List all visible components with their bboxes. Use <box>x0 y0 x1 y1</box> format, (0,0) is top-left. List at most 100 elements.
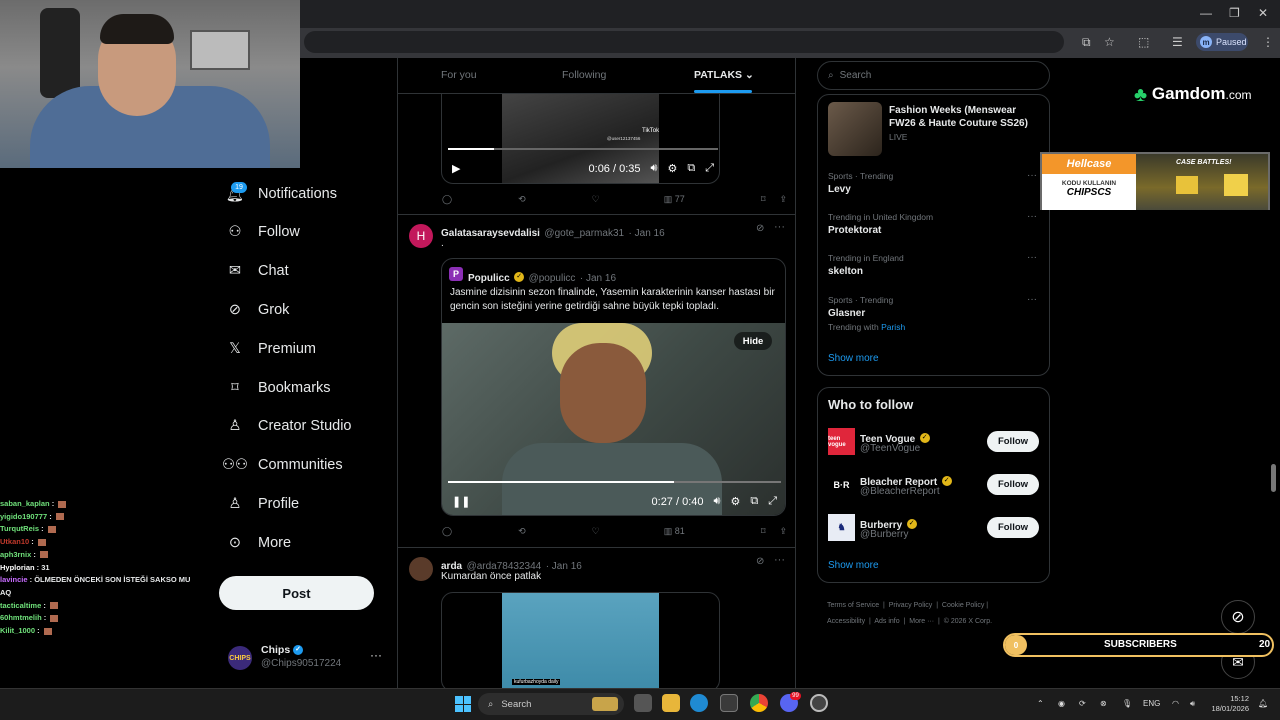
post2-date[interactable]: · Jan 16 <box>629 228 665 239</box>
bookmark-icon[interactable]: ⌑ <box>761 526 766 537</box>
post3-date[interactable]: · Jan 16 <box>546 561 582 572</box>
task-view-icon[interactable] <box>634 694 652 712</box>
bookmark-icon[interactable]: ⌑ <box>761 194 766 205</box>
fullscreen-icon[interactable]: ⤢ <box>768 495 777 508</box>
hide-button[interactable]: Hide <box>734 332 772 350</box>
post3-avatar[interactable] <box>409 557 433 581</box>
follow-button[interactable]: Follow <box>987 474 1039 495</box>
tray-mic-icon[interactable]: 🎙︎ <box>1122 699 1132 708</box>
trend-extra-link[interactable]: Parish <box>881 322 905 332</box>
pause-icon[interactable]: ❚❚ <box>452 495 470 508</box>
post3-more-icon[interactable]: ··· <box>774 554 785 566</box>
bookmark-star-icon[interactable]: ☆ <box>1104 35 1115 49</box>
grok-icon[interactable]: ⊘ <box>756 223 764 234</box>
nav-item-more[interactable]: ⊙ More <box>226 529 291 557</box>
post3-video[interactable]: kufurbazhoyda daily <box>441 592 720 688</box>
post2-handle[interactable]: @gote_parmak31 <box>544 228 624 239</box>
share-icon[interactable]: ⇪ <box>779 526 787 537</box>
reply-icon[interactable]: ◯ <box>442 526 452 537</box>
menu-dots-icon[interactable]: ⋮ <box>1262 35 1274 49</box>
trend-title[interactable]: Protektorat <box>828 225 881 236</box>
post2-name[interactable]: Galatasaraysevdalisi <box>441 228 540 239</box>
tab-patlaks[interactable]: PATLAKS ⌄ <box>694 69 754 81</box>
file-explorer-icon[interactable] <box>662 694 680 712</box>
close-icon[interactable]: ✕ <box>1258 6 1268 20</box>
nav-item-grok[interactable]: ⊘ Grok <box>226 296 290 324</box>
play-icon[interactable]: ▶ <box>452 162 460 175</box>
nav-item-follow[interactable]: ⚇ Follow <box>226 218 300 246</box>
page-scrollbar[interactable] <box>1271 464 1276 492</box>
quote-progress-track[interactable] <box>448 481 781 483</box>
extensions-icon[interactable]: ⬚ <box>1138 35 1149 49</box>
tray-notifications-icon[interactable]: 🔔︎ <box>1258 699 1268 708</box>
footer-link[interactable]: Cookie Policy <box>942 602 984 609</box>
views-icon[interactable]: ▥ 81 <box>664 526 685 537</box>
repost-icon[interactable]: ⟲ <box>518 526 526 537</box>
trend-more-icon[interactable]: ··· <box>1027 170 1037 181</box>
post2-avatar[interactable]: H <box>409 224 433 248</box>
views-icon[interactable]: ▥ 77 <box>664 194 685 205</box>
settings-icon[interactable]: ⚙ <box>667 162 677 175</box>
trend-more-icon[interactable]: ··· <box>1027 252 1037 263</box>
nav-item-bookmarks[interactable]: ⌑ Bookmarks <box>226 374 330 402</box>
trend-title[interactable]: Levy <box>828 184 851 195</box>
pip-icon[interactable]: ⧉ <box>687 162 695 175</box>
restore-icon[interactable]: ❐ <box>1229 6 1240 20</box>
quote-video[interactable]: Hide ❚❚ 0:27 / 0:40 🔊︎ ⚙ ⧉ ⤢ <box>442 323 785 515</box>
grok-icon[interactable]: ⊘ <box>756 556 764 567</box>
trend-title[interactable]: Glasner <box>828 308 865 319</box>
repost-icon[interactable]: ⟲ <box>518 194 526 205</box>
nav-item-communities[interactable]: ⚇⚇ Communities <box>222 451 343 479</box>
tray-wifi-icon[interactable]: ◠ <box>1172 699 1179 708</box>
nav-item-chat[interactable]: ✉ Chat <box>226 257 289 285</box>
account-switcher[interactable]: CHIPS Chips ✓ @Chips90517224 ··· <box>228 644 388 674</box>
address-bar[interactable] <box>304 31 1064 53</box>
nav-item-profile[interactable]: ♙ Profile <box>226 490 300 518</box>
follow-avatar[interactable]: teen vogue <box>828 428 855 455</box>
footer-link[interactable]: Privacy Policy <box>889 602 933 609</box>
tray-sync-icon[interactable]: ⟳ <box>1079 699 1086 708</box>
fullscreen-icon[interactable]: ⤢ <box>705 162 714 175</box>
reply-icon[interactable]: ◯ <box>442 194 452 205</box>
nav-item-premium[interactable]: 𝕏 Premium <box>226 335 316 363</box>
trends-show-more[interactable]: Show more <box>828 353 879 364</box>
tray-discord-icon[interactable]: ◉ <box>1058 699 1065 708</box>
follow-avatar[interactable]: ♞ <box>828 514 855 541</box>
post-button[interactable]: Post <box>219 576 374 610</box>
footer-link[interactable]: Ads info <box>874 618 899 625</box>
settings-icon[interactable]: ⚙ <box>730 495 740 508</box>
reading-list-icon[interactable]: ☰ <box>1172 35 1183 49</box>
footer-link[interactable]: Terms of Service <box>827 602 879 609</box>
chrome-icon[interactable] <box>750 694 768 712</box>
who-to-follow-show-more[interactable]: Show more <box>828 560 879 571</box>
post1-video[interactable]: TikTok @user12137456 ▶ 0:06 / 0:35 🔊︎ ⚙ … <box>441 94 720 184</box>
minimize-icon[interactable]: — <box>1200 6 1212 20</box>
like-icon[interactable]: ♡ <box>592 194 600 205</box>
share-icon[interactable]: ⇪ <box>779 194 787 205</box>
search-input[interactable]: ⌕ Search <box>817 61 1050 90</box>
start-icon[interactable] <box>455 696 471 712</box>
tray-volume-icon[interactable]: 🔊︎ <box>1190 699 1195 709</box>
trend-more-icon[interactable]: ··· <box>1027 294 1037 305</box>
tray-chevron-icon[interactable]: ⌃ <box>1037 699 1044 708</box>
edge-icon[interactable] <box>690 694 708 712</box>
trend-more-icon[interactable]: ··· <box>1027 211 1037 222</box>
footer-link[interactable]: More ··· <box>909 618 934 625</box>
follow-button[interactable]: Follow <box>987 431 1039 452</box>
install-app-icon[interactable]: ⧉ <box>1082 35 1091 50</box>
tray-clock[interactable]: 15:12 18/01/2026 <box>1205 694 1249 714</box>
store-icon[interactable] <box>720 694 738 712</box>
tray-network-off-icon[interactable]: ⊗ <box>1100 699 1107 708</box>
volume-icon[interactable]: 🔊︎ <box>651 162 658 175</box>
footer-link[interactable]: Accessibility <box>827 618 865 625</box>
follow-button[interactable]: Follow <box>987 517 1039 538</box>
tab-for-you[interactable]: For you <box>441 69 477 81</box>
pip-icon[interactable]: ⧉ <box>750 495 758 508</box>
profile-button[interactable]: m Paused <box>1196 33 1248 51</box>
trend-title[interactable]: skelton <box>828 266 863 277</box>
follow-avatar[interactable]: B·R <box>828 471 855 498</box>
account-more-icon[interactable]: ··· <box>370 648 382 662</box>
like-icon[interactable]: ♡ <box>592 526 600 537</box>
post1-progress-track[interactable] <box>448 148 718 150</box>
taskbar-search[interactable]: ⌕ Search <box>478 693 624 715</box>
